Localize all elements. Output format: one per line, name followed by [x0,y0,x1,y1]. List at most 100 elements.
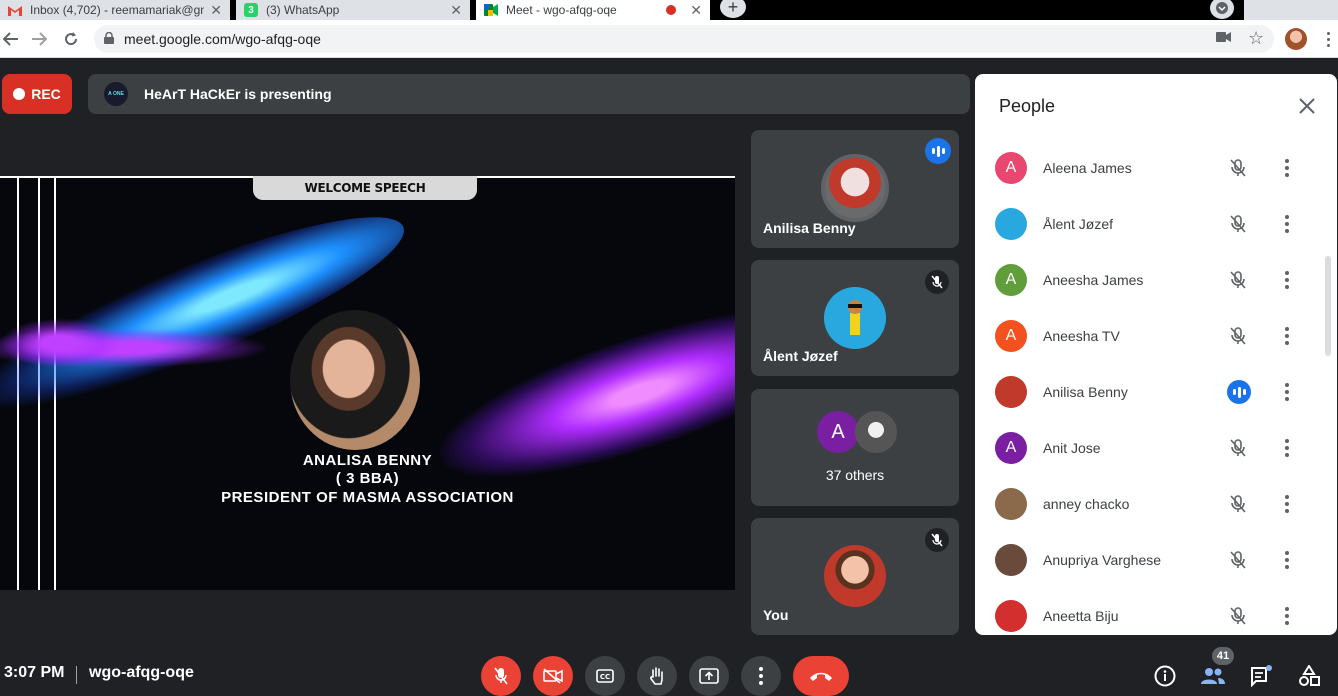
browser-tab-strip: Inbox (4,702) - reemamariak@gm ✕ 3 (3) W… [0,0,1338,20]
participant-name: Aneesha James [1043,272,1144,288]
mic-toggle-button[interactable] [481,656,521,696]
participant-more-button[interactable] [1277,380,1297,404]
close-panel-button[interactable] [1295,94,1319,118]
participant-count-badge: 41 [1212,647,1234,665]
chevron-down-icon [1216,2,1228,14]
others-tile[interactable]: A 37 others [751,389,959,506]
new-tab-button[interactable]: + [720,0,746,18]
profile-avatar[interactable] [1285,28,1307,50]
tab-gmail[interactable]: Inbox (4,702) - reemamariak@gm ✕ [0,0,230,20]
browser-menu-button[interactable] [1322,30,1334,48]
close-tab-icon[interactable]: ✕ [690,2,702,19]
mic-off-icon [1227,325,1249,347]
participant-avatar: A [995,432,1027,464]
camera-in-use-icon[interactable] [1216,30,1232,48]
leave-call-button[interactable] [793,656,849,696]
participant-row[interactable]: anney chacko [975,476,1325,532]
arrow-right-icon [32,32,47,46]
closed-captions-icon: CC [596,669,614,683]
close-tab-icon[interactable]: ✕ [450,2,462,19]
people-panel: People A Aleena James Ålent Jøzef A Aneesha … [975,74,1337,635]
reload-button[interactable] [60,28,82,50]
participant-row[interactable]: Anilisa Benny [975,364,1325,420]
hand-icon [650,667,663,685]
mic-off-icon [925,528,949,552]
activities-button[interactable] [1295,662,1323,690]
raise-hand-button[interactable] [637,656,677,696]
participant-tile[interactable]: Anilisa Benny [751,130,959,248]
slide-portrait [290,310,420,450]
participant-row[interactable]: A Aleena James [975,140,1325,196]
participant-row[interactable]: Anupriya Varghese [975,532,1325,588]
participant-name: Anilisa Benny [1043,384,1128,400]
participant-avatar: A [995,152,1027,184]
participant-row[interactable]: Ålent Jøzef [975,196,1325,252]
participant-more-button[interactable] [1277,156,1297,180]
tab-search-button[interactable] [1210,0,1234,19]
participant-avatar [995,376,1027,408]
participant-more-button[interactable] [1277,548,1297,572]
mic-off-icon [1227,493,1249,515]
camera-toggle-button[interactable] [533,656,573,696]
close-tab-icon[interactable]: ✕ [210,2,222,19]
participant-avatar: A [995,264,1027,296]
url-text: meet.google.com/wgo-afqg-oqe [124,31,321,47]
participant-more-button[interactable] [1277,324,1297,348]
slide-decoration [0,318,120,368]
tab-whatsapp[interactable]: 3 (3) WhatsApp ✕ [236,0,470,20]
slide-role: PRESIDENT OF MASMA ASSOCIATION [221,489,514,506]
bookmark-star-icon[interactable]: ☆ [1248,28,1264,49]
more-vert-icon [759,667,763,685]
participant-row[interactable]: Aneetta Biju [975,588,1325,635]
captions-button[interactable]: CC [585,656,625,696]
address-bar[interactable]: meet.google.com/wgo-afqg-oqe [94,25,1274,53]
panel-title: People [999,96,1056,116]
people-icon [1201,668,1225,684]
present-button[interactable] [689,656,729,696]
mic-off-icon [1227,213,1249,235]
record-dot-icon [13,88,26,100]
participant-more-button[interactable] [1277,604,1297,628]
participant-more-button[interactable] [1277,436,1297,460]
chat-icon [1251,665,1272,687]
forward-button[interactable] [28,28,50,50]
participant-more-button[interactable] [1277,268,1297,292]
recording-indicator-icon [666,5,677,15]
chat-button[interactable] [1247,662,1275,690]
window-controls[interactable] [1244,0,1338,20]
camera-off-icon [543,668,563,684]
participant-row[interactable]: A Anit Jose [975,420,1325,476]
browser-toolbar: meet.google.com/wgo-afqg-oqe ☆ [0,20,1338,58]
tab-title: (3) WhatsApp [266,3,340,17]
panel-scrollbar[interactable] [1325,256,1331,356]
participant-more-button[interactable] [1277,212,1297,236]
participant-more-button[interactable] [1277,492,1297,516]
svg-text:CC: CC [600,673,610,681]
recording-badge[interactable]: REC [2,74,72,114]
meet-icon [484,3,498,17]
people-button[interactable] [1199,662,1227,690]
mic-off-icon [1227,549,1249,571]
participant-name: Anupriya Varghese [1043,552,1162,568]
close-icon [1299,98,1315,114]
rec-label: REC [31,86,61,102]
presenting-banner: A ONE HeArT HaCkEr is presenting [88,74,970,114]
participant-tile[interactable]: Ålent Jøzef [751,260,959,376]
gmail-icon [8,3,22,17]
meeting-code: wgo-afqg-oqe [89,664,194,681]
slide-title: WELCOME SPEECH [253,176,477,200]
participant-name: Anit Jose [1043,440,1101,456]
reload-icon [65,32,78,46]
participant-row[interactable]: A Aneesha TV [975,308,1325,364]
self-tile[interactable]: You [751,518,959,635]
back-button[interactable] [0,28,22,50]
info-icon [1154,665,1176,687]
participant-avatar [821,154,889,222]
tab-meet[interactable]: Meet - wgo-afqg-oqe ✕ [476,0,710,20]
mic-off-icon [494,667,508,685]
more-options-button[interactable] [741,656,781,696]
meeting-details-button[interactable] [1151,662,1179,690]
meeting-time: 3:07 PM [4,664,65,681]
participant-name: You [763,607,789,623]
participant-row[interactable]: A Aneesha James [975,252,1325,308]
